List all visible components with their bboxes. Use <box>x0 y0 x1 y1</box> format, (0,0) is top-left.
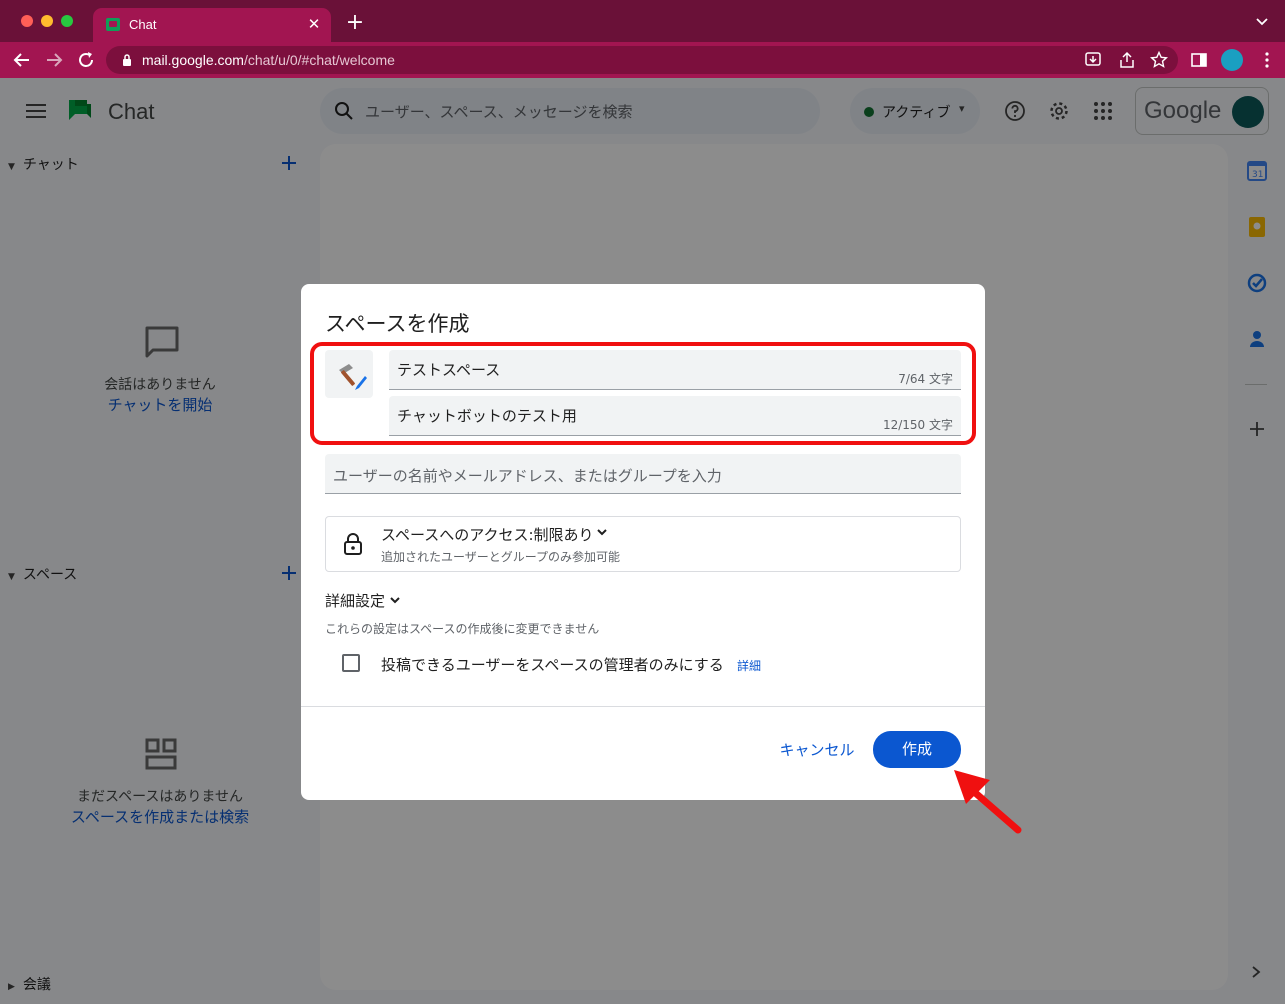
side-panel-icon[interactable] <box>1190 51 1208 69</box>
browser-titlebar: Chat ✕ + <box>0 0 1285 42</box>
annotation-highlight-box <box>310 342 976 445</box>
close-window-button[interactable] <box>21 15 33 27</box>
maximize-window-button[interactable] <box>61 15 73 27</box>
browser-tab[interactable]: Chat ✕ <box>93 8 331 42</box>
annotation-arrow-icon <box>954 770 1022 834</box>
tab-search-chevron-icon[interactable] <box>1255 14 1269 28</box>
chevron-down-icon <box>597 529 607 536</box>
url-text: mail.google.com/chat/u/0/#chat/welcome <box>142 52 395 68</box>
lock-icon <box>344 533 362 555</box>
create-button[interactable]: 作成 <box>873 731 961 768</box>
member-placeholder: ユーザーの名前やメールアドレス、またはグループを入力 <box>333 467 722 485</box>
advanced-note: これらの設定はスペースの作成後に変更できません <box>325 622 600 636</box>
tab-close-button[interactable]: ✕ <box>305 15 323 33</box>
access-subtitle: 追加されたユーザーとグループのみ参加可能 <box>381 550 621 564</box>
managers-only-checkbox[interactable] <box>342 654 360 672</box>
back-icon[interactable] <box>12 50 32 70</box>
bookmark-star-icon[interactable] <box>1150 51 1168 69</box>
minimize-window-button[interactable] <box>41 15 53 27</box>
browser-toolbar: mail.google.com/chat/u/0/#chat/welcome <box>0 42 1285 78</box>
chat-favicon-icon <box>106 18 120 31</box>
advanced-settings-toggle[interactable]: 詳細設定 <box>325 590 385 611</box>
new-tab-button[interactable]: + <box>344 12 366 34</box>
details-link[interactable]: 詳細 <box>737 657 761 674</box>
managers-only-label[interactable]: 投稿できるユーザーをスペースの管理者のみにする <box>381 654 724 675</box>
address-bar[interactable]: mail.google.com/chat/u/0/#chat/welcome <box>106 46 1178 74</box>
profile-avatar[interactable] <box>1221 49 1243 71</box>
dialog-title: スペースを作成 <box>325 312 470 336</box>
forward-icon[interactable] <box>44 50 64 70</box>
access-setting[interactable]: スペースへのアクセス:制限あり 追加されたユーザーとグループのみ参加可能 <box>325 516 961 572</box>
chevron-down-icon[interactable] <box>389 596 401 606</box>
lock-icon <box>123 54 131 66</box>
tab-title: Chat <box>129 17 157 32</box>
member-input[interactable]: ユーザーの名前やメールアドレス、またはグループを入力 <box>325 454 961 494</box>
share-icon[interactable] <box>1118 51 1136 69</box>
more-vert-icon[interactable] <box>1258 51 1276 69</box>
cancel-button[interactable]: キャンセル <box>771 732 863 768</box>
dialog-divider <box>301 706 985 707</box>
reload-icon[interactable] <box>76 50 96 70</box>
access-title: スペースへのアクセス:制限あり <box>381 526 594 544</box>
install-app-icon[interactable] <box>1084 51 1102 69</box>
